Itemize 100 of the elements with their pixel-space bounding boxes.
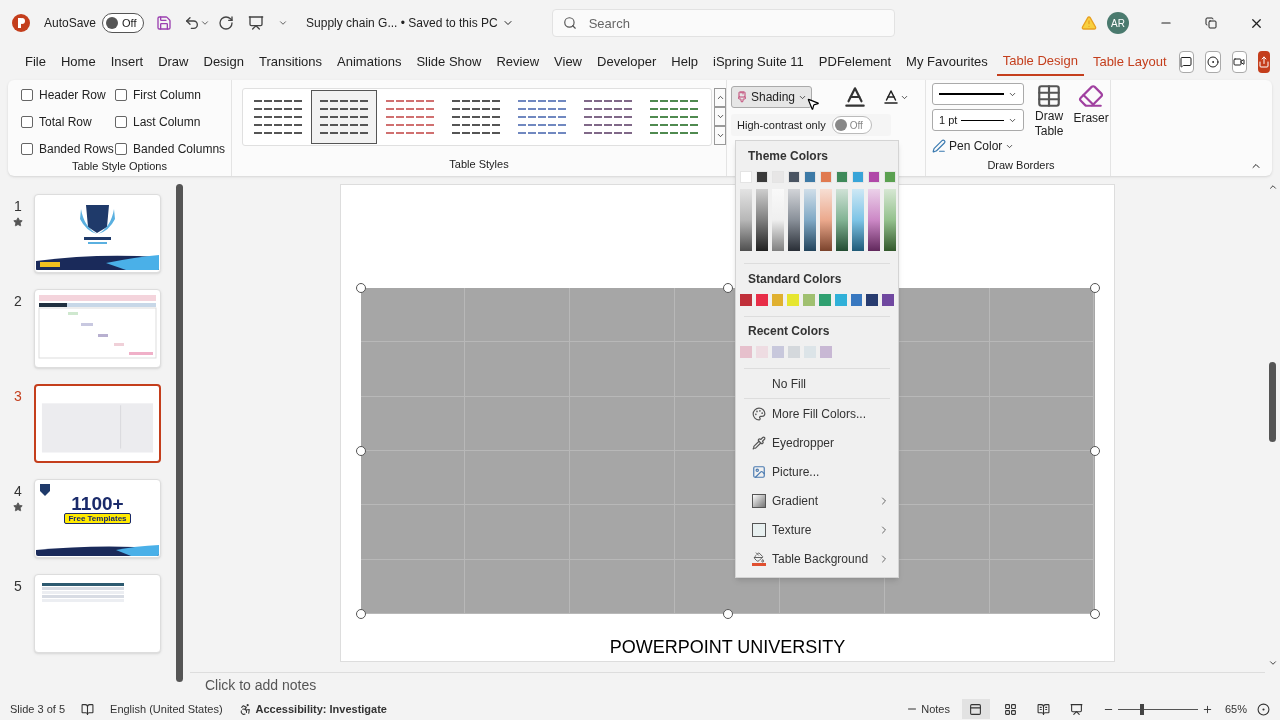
resize-handle[interactable] <box>722 609 733 619</box>
scroll-down-button[interactable] <box>714 107 726 126</box>
ribbon-tab[interactable]: Help <box>665 48 705 76</box>
shading-button[interactable]: Shading <box>731 86 813 108</box>
checkbox-box[interactable] <box>115 143 127 155</box>
caret-icon[interactable] <box>200 18 211 28</box>
color-swatch[interactable] <box>804 171 816 183</box>
slide-sorter-icon[interactable] <box>1003 702 1017 716</box>
color-swatch[interactable] <box>740 171 752 183</box>
color-swatch[interactable] <box>820 346 832 358</box>
resize-handle[interactable] <box>1089 446 1100 456</box>
menu-item[interactable]: Table Background <box>736 544 898 573</box>
shade-column[interactable] <box>836 189 848 251</box>
shade-column[interactable] <box>884 189 896 251</box>
ribbon-tab[interactable]: Review <box>490 48 546 76</box>
comments-button[interactable] <box>1178 51 1195 73</box>
undo-icon[interactable] <box>184 15 201 31</box>
resize-handle[interactable] <box>722 283 733 293</box>
checkbox[interactable]: Banded Rows <box>21 140 115 158</box>
ribbon-tab[interactable]: File <box>19 48 52 76</box>
resize-handle[interactable] <box>1089 283 1100 293</box>
menu-item[interactable]: Gradient <box>736 486 898 515</box>
search-field[interactable]: Search <box>551 9 895 37</box>
menu-item[interactable]: No Fill <box>736 369 898 398</box>
color-swatch[interactable] <box>788 171 800 183</box>
fit-to-window-icon[interactable] <box>1257 702 1270 716</box>
record-button[interactable] <box>1205 51 1221 73</box>
table-style-thumbnail[interactable] <box>311 90 377 144</box>
resize-handle[interactable] <box>355 609 366 619</box>
text-color-icon[interactable] <box>882 88 901 106</box>
color-swatch[interactable] <box>850 294 863 306</box>
color-swatch[interactable] <box>868 171 880 183</box>
color-swatch[interactable] <box>788 346 800 358</box>
color-swatch[interactable] <box>740 294 752 306</box>
zoom-slider-thumb[interactable] <box>1139 703 1144 715</box>
checkbox-box[interactable] <box>21 116 33 128</box>
ribbon-tab[interactable]: Developer <box>591 48 663 76</box>
user-avatar[interactable]: AR <box>1107 12 1129 34</box>
checkbox[interactable]: Last Column <box>115 113 231 131</box>
checkbox[interactable]: Banded Columns <box>115 140 231 158</box>
ribbon-tab[interactable]: Transitions <box>252 48 329 76</box>
checkbox-box[interactable] <box>21 143 33 155</box>
customize-caret-icon[interactable] <box>278 18 289 28</box>
high-contrast-toggle[interactable]: Off <box>831 116 872 134</box>
checkbox[interactable]: Header Row <box>21 86 115 104</box>
ribbon-tab[interactable]: Animations <box>331 48 408 76</box>
eraser-button[interactable]: Eraser <box>1072 83 1110 157</box>
ribbon-tab[interactable]: Design <box>197 48 250 76</box>
ribbon-tab[interactable]: Table Design <box>996 48 1084 76</box>
ribbon-tab[interactable]: iSpring Suite 11 <box>707 48 810 76</box>
color-swatch[interactable] <box>852 171 864 183</box>
color-swatch[interactable] <box>836 171 848 183</box>
draw-table-button[interactable]: Draw Table <box>1032 83 1067 157</box>
checkbox-box[interactable] <box>115 89 127 101</box>
color-swatch[interactable] <box>820 171 832 183</box>
shade-column[interactable] <box>852 189 864 251</box>
ribbon-tab[interactable]: Home <box>54 48 102 76</box>
menu-item[interactable]: Texture <box>736 515 898 544</box>
meeting-button[interactable] <box>1231 51 1247 73</box>
shade-column[interactable] <box>868 189 880 251</box>
slide-thumbnail[interactable]: 1100+ Free Templates <box>34 479 161 558</box>
color-swatch[interactable] <box>756 171 768 183</box>
shade-column[interactable] <box>756 189 768 251</box>
notes-button[interactable]: Notes <box>906 700 950 718</box>
checkbox[interactable]: First Column <box>115 86 231 104</box>
restore-icon[interactable] <box>1205 17 1217 29</box>
color-swatch[interactable] <box>834 294 847 306</box>
zoom-slider[interactable] <box>1117 703 1198 715</box>
accessibility-status[interactable]: Accessibility: Investigate <box>255 700 387 718</box>
document-title[interactable]: Supply chain G... • Saved to this PC <box>306 14 514 32</box>
scrollbar[interactable] <box>176 184 183 682</box>
color-swatch[interactable] <box>772 346 784 358</box>
ribbon-tab[interactable]: Slide Show <box>410 48 488 76</box>
menu-item[interactable]: Eyedropper <box>736 428 898 457</box>
menu-item[interactable]: More Fill Colors... <box>736 399 898 428</box>
resize-handle[interactable] <box>355 283 366 293</box>
language-status[interactable]: English (United States) <box>110 700 223 718</box>
share-button[interactable] <box>1258 51 1270 73</box>
notes-placeholder[interactable]: Click to add notes <box>205 675 317 696</box>
ribbon-tab[interactable]: View <box>548 48 588 76</box>
color-swatch[interactable] <box>819 294 831 306</box>
shade-column[interactable] <box>788 189 800 251</box>
scroll-up-icon[interactable] <box>1267 182 1278 192</box>
scrollbar[interactable] <box>1269 362 1276 442</box>
accessibility-icon[interactable] <box>238 702 252 716</box>
color-swatch[interactable] <box>787 294 800 306</box>
spelling-icon[interactable] <box>81 702 95 716</box>
color-swatch[interactable] <box>866 294 879 306</box>
color-swatch[interactable] <box>803 294 815 306</box>
scroll-down-icon[interactable] <box>1267 658 1278 668</box>
zoom-in-icon[interactable] <box>1201 703 1213 715</box>
color-swatch[interactable] <box>882 294 894 306</box>
expand-gallery-button[interactable] <box>714 126 726 145</box>
checkbox[interactable]: Total Row <box>21 113 115 131</box>
reading-view-icon[interactable] <box>1036 702 1050 716</box>
redo-icon[interactable] <box>218 15 235 31</box>
checkbox-box[interactable] <box>21 89 33 101</box>
ribbon-tab[interactable]: Table Layout <box>1086 48 1173 76</box>
ribbon-tab[interactable]: My Favourites <box>900 48 994 76</box>
color-swatch[interactable] <box>884 171 896 183</box>
